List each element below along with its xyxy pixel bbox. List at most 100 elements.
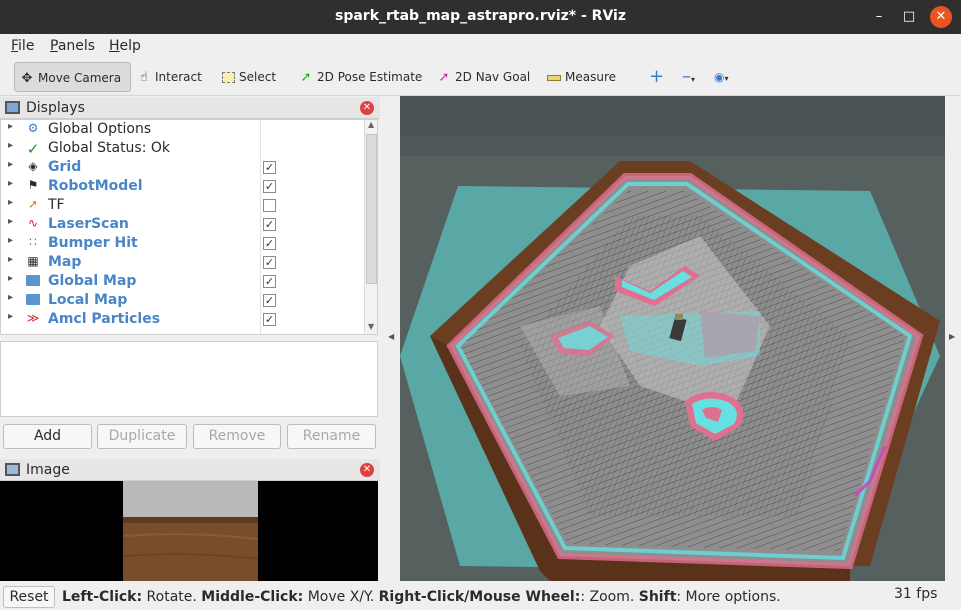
displays-scrollbar[interactable]: ▲ ▼ (364, 120, 377, 334)
expand-arrow-icon[interactable]: ▸ (8, 197, 13, 208)
image-icon (5, 463, 20, 476)
display-item-label: Map (48, 254, 82, 270)
ruler-icon (546, 63, 562, 93)
expand-arrow-icon[interactable]: ▸ (8, 140, 13, 151)
eye-icon: ◉ (714, 70, 725, 84)
minimize-button[interactable]: – (868, 6, 890, 28)
panel-splitter[interactable]: ◀ (380, 96, 400, 581)
display-item-label: TF (48, 197, 65, 213)
display-item-laserscan[interactable]: ▸ ∿ LaserScan ✓ (1, 215, 364, 234)
status-hint: Left-Click: Rotate. Middle-Click: Move X… (62, 589, 781, 605)
monitor-icon (5, 101, 20, 114)
add-button[interactable]: Add (3, 424, 92, 449)
expand-arrow-icon[interactable]: ▸ (8, 235, 13, 246)
menu-panels[interactable]: Panels (50, 38, 95, 54)
display-item-grid[interactable]: ▸ ◈ Grid ✓ (1, 158, 364, 177)
display-item-bumper-hit[interactable]: ▸ ∷ Bumper Hit ✓ (1, 234, 364, 253)
reset-button[interactable]: Reset (3, 586, 55, 608)
displays-panel-title: Displays (26, 100, 85, 116)
hint-text-middle-click: Move X/Y. (303, 589, 379, 605)
fps-counter: 31 fps (894, 586, 938, 602)
display-item-robotmodel[interactable]: ▸ ⚑ RobotModel ✓ (1, 177, 364, 196)
menu-file[interactable]: File (11, 38, 34, 54)
right-panel-splitter[interactable]: ▶ (945, 96, 961, 581)
display-checkbox[interactable]: ✓ (263, 161, 276, 174)
display-item-amcl-particles[interactable]: ▸ ≫ Amcl Particles ✓ (1, 310, 364, 329)
expand-arrow-icon[interactable]: ▸ (8, 292, 13, 303)
close-icon[interactable]: ✕ (360, 463, 374, 477)
display-item-global-map[interactable]: ▸ Global Map ✓ (1, 272, 364, 291)
move-camera-tool[interactable]: ✥ Move Camera (14, 62, 131, 92)
expand-arrow-icon[interactable]: ▸ (8, 121, 13, 132)
gear-icon: ⚙ (27, 121, 39, 135)
display-checkbox[interactable]: ✓ (263, 180, 276, 193)
display-item-local-map[interactable]: ▸ Local Map ✓ (1, 291, 364, 310)
add-tool-button[interactable]: + (645, 62, 667, 92)
display-item-global-status[interactable]: ▸ ✓ Global Status: Ok (1, 139, 364, 158)
rename-button[interactable]: Rename (287, 424, 376, 449)
scroll-up-icon[interactable]: ▲ (368, 120, 374, 129)
expand-arrow-icon[interactable]: ▸ (8, 178, 13, 189)
display-item-tf[interactable]: ▸ ➚ TF (1, 196, 364, 215)
expand-arrow-icon[interactable]: ▸ (8, 273, 13, 284)
minus-icon: – (682, 66, 691, 87)
scroll-down-icon[interactable]: ▼ (368, 322, 374, 331)
display-checkbox[interactable]: ✓ (263, 218, 276, 231)
plus-icon: + (649, 66, 665, 87)
hint-text-shift: : More options. (676, 589, 781, 605)
display-checkbox[interactable]: ✓ (263, 237, 276, 250)
maximize-button[interactable]: □ (898, 6, 920, 28)
expand-arrow-icon[interactable]: ▸ (8, 311, 13, 322)
display-item-global-options[interactable]: ▸ ⚙ Global Options (1, 120, 364, 139)
expand-arrow-icon[interactable]: ▸ (8, 216, 13, 227)
hand-pointer-icon: ☝ (140, 70, 148, 85)
checkmark-icon: ✓ (26, 140, 40, 158)
scroll-thumb[interactable] (366, 134, 377, 284)
view-options-button[interactable]: ◉▾ (710, 62, 738, 92)
display-item-label: Local Map (48, 292, 128, 308)
close-icon[interactable]: ✕ (360, 101, 374, 115)
display-checkbox[interactable] (263, 199, 276, 212)
duplicate-button[interactable]: Duplicate (97, 424, 187, 449)
close-button[interactable]: ✕ (930, 6, 952, 28)
move-camera-label: Move Camera (38, 71, 122, 85)
map-scene (400, 136, 945, 581)
measure-label: Measure (565, 70, 616, 84)
hint-text-right-click: : Zoom. (580, 589, 639, 605)
camera-image-view (0, 481, 378, 581)
display-description-area (0, 341, 378, 417)
menu-help[interactable]: Help (109, 38, 141, 54)
menu-bar: File Panels Help (0, 34, 961, 58)
collapse-left-icon[interactable]: ◀ (388, 332, 394, 341)
folder-icon (25, 273, 41, 287)
map-icon: ▦ (27, 254, 39, 268)
display-item-label: LaserScan (48, 216, 129, 232)
display-checkbox[interactable]: ✓ (263, 275, 276, 288)
pose-estimate-tool[interactable]: ➚ 2D Pose Estimate (294, 62, 424, 92)
hint-key-right-click: Right-Click/Mouse Wheel: (378, 589, 581, 605)
select-tool[interactable]: Select (216, 62, 286, 92)
display-item-label: Global Map (48, 273, 137, 289)
move-camera-icon: ✥ (21, 71, 33, 86)
measure-tool[interactable]: Measure (542, 62, 622, 92)
nav-goal-tool[interactable]: ➚ 2D Nav Goal (432, 62, 532, 92)
collapse-right-icon[interactable]: ▶ (949, 332, 955, 341)
pink-arrow-icon: ➚ (438, 70, 450, 85)
expand-arrow-icon[interactable]: ▸ (8, 159, 13, 170)
interact-tool[interactable]: ☝ Interact (132, 62, 212, 92)
hint-key-left-click: Left-Click: (62, 589, 143, 605)
display-checkbox[interactable]: ✓ (263, 294, 276, 307)
hint-text-left-click: Rotate. (142, 589, 202, 605)
pose-estimate-label: 2D Pose Estimate (317, 70, 423, 84)
image-panel-title: Image (26, 462, 70, 478)
remove-tool-button[interactable]: –▾ (678, 62, 704, 92)
expand-arrow-icon[interactable]: ▸ (8, 254, 13, 265)
remove-button[interactable]: Remove (193, 424, 281, 449)
display-item-map[interactable]: ▸ ▦ Map ✓ (1, 253, 364, 272)
display-checkbox[interactable]: ✓ (263, 256, 276, 269)
render-3d-view[interactable] (400, 96, 945, 581)
title-bar: spark_rtab_map_astrapro.rviz* - RViz – □… (0, 0, 961, 34)
display-checkbox[interactable]: ✓ (263, 313, 276, 326)
display-item-label: Bumper Hit (48, 235, 138, 251)
displays-panel-header: Displays ✕ (0, 97, 380, 119)
